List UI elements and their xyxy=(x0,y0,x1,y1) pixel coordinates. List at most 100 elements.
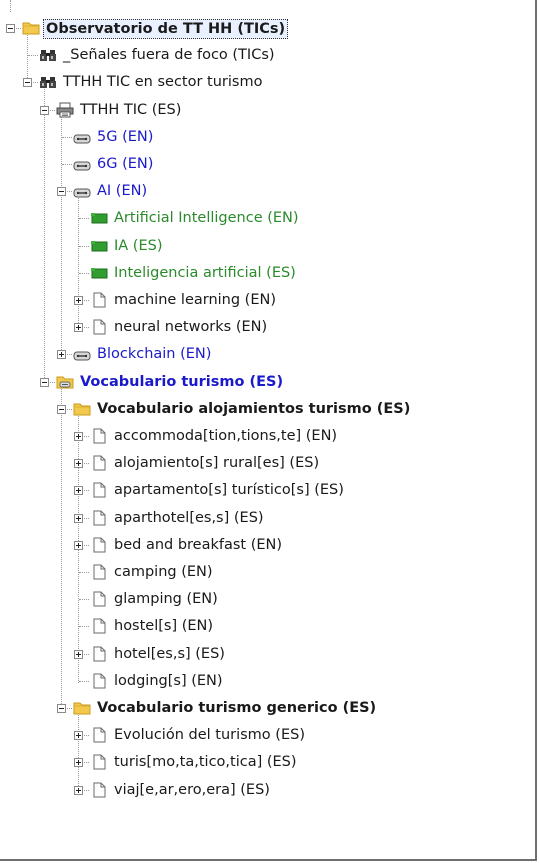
tree-node-label: lodging[s] (EN) xyxy=(114,672,223,689)
tree-connector-line xyxy=(44,84,45,384)
collapse-toggle[interactable] xyxy=(40,377,49,387)
tree-node[interactable]: hotel[es,s] (ES) xyxy=(90,642,520,666)
expand-toggle[interactable] xyxy=(74,540,83,550)
tree-node[interactable]: Vocabulario turismo (ES) xyxy=(56,370,520,394)
document-icon xyxy=(90,782,108,798)
tree-connector-line xyxy=(79,680,89,682)
tree-node-label: Vocabulario alojamientos turismo (ES) xyxy=(97,400,411,417)
document-icon xyxy=(90,455,108,471)
tree-node-label: Vocabulario turismo (ES) xyxy=(80,373,284,390)
tree-node[interactable]: Observatorio de TT HH (TICs) xyxy=(22,16,520,40)
tree-node-label: Vocabulario turismo generico (ES) xyxy=(97,700,377,716)
tree-node-label: Evolución del turismo (ES) xyxy=(114,727,305,744)
link-icon xyxy=(73,129,91,145)
tree-node-label: glamping (EN) xyxy=(114,591,218,608)
document-icon xyxy=(90,646,108,662)
expand-toggle[interactable] xyxy=(74,649,83,659)
tree-node-label: AI (EN) xyxy=(97,183,148,200)
tree-node[interactable]: neural networks (EN) xyxy=(90,315,520,339)
collapse-toggle[interactable] xyxy=(40,105,49,115)
document-icon xyxy=(90,292,108,308)
tree-node-label: TTHH TIC (ES) xyxy=(80,101,182,118)
tree-node[interactable]: glamping (EN) xyxy=(90,587,520,611)
tree-node[interactable]: Vocabulario alojamientos turismo (ES) xyxy=(73,397,520,421)
tree-node[interactable]: Artificial Intelligence (EN) xyxy=(90,206,520,230)
tree-node[interactable]: 5G (EN) xyxy=(73,125,520,149)
document-icon xyxy=(90,537,108,553)
tree-node-label: bed and breakfast (EN) xyxy=(114,536,283,553)
tree-node[interactable]: lodging[s] (EN) xyxy=(90,669,520,693)
tree-connector-line xyxy=(79,272,89,274)
binoculars-icon xyxy=(39,47,57,63)
tree-node[interactable]: camping (EN) xyxy=(90,560,520,584)
expand-toggle[interactable] xyxy=(74,513,83,523)
tree-node[interactable]: TTHH TIC en sector turismo xyxy=(39,70,520,94)
green-tag-icon xyxy=(90,265,108,281)
tree-node[interactable]: alojamiento[s] rural[es] (ES) xyxy=(90,451,520,475)
folder-icon xyxy=(73,700,91,716)
expand-toggle[interactable] xyxy=(74,323,83,333)
collapse-toggle[interactable] xyxy=(6,24,15,33)
printer-icon xyxy=(56,102,74,118)
tree-connector-line xyxy=(78,193,79,330)
tree-node[interactable]: aparthotel[es,s] (ES) xyxy=(90,506,520,530)
tree-node[interactable]: Inteligencia artificial (ES) xyxy=(90,261,520,285)
binoculars-icon xyxy=(39,74,57,90)
tree-node[interactable]: Blockchain (EN) xyxy=(73,342,520,366)
tree-node-label: 6G (EN) xyxy=(97,156,154,172)
tree-node[interactable]: apartamento[s] turístico[s] (ES) xyxy=(90,478,520,502)
tree-connector-line xyxy=(78,710,79,792)
tree-connector-line xyxy=(61,111,62,357)
tree-node[interactable]: 6G (EN) xyxy=(73,152,520,176)
tree-node[interactable]: hostel[s] (EN) xyxy=(90,614,520,638)
tree-node-label: aparthotel[es,s] (ES) xyxy=(114,509,264,526)
tree-connector-line xyxy=(61,383,62,710)
tree-node[interactable]: _Señales fuera de foco (TICs) xyxy=(39,43,520,67)
tree-node-label: TTHH TIC en sector turismo xyxy=(63,74,263,91)
tree-connector-line xyxy=(62,164,72,165)
expand-toggle[interactable] xyxy=(57,350,66,360)
green-tag-icon xyxy=(90,210,108,226)
tree-connector-line xyxy=(79,626,89,628)
green-tag-icon xyxy=(90,238,108,254)
collapse-toggle[interactable] xyxy=(57,404,66,414)
tree-node[interactable]: accommoda[tion,tions,te] (EN) xyxy=(90,424,520,448)
document-icon xyxy=(90,564,108,580)
collapse-toggle[interactable] xyxy=(23,78,32,88)
tree-node[interactable]: AI (EN) xyxy=(73,179,520,203)
tree-node-label: camping (EN) xyxy=(114,564,213,580)
tree-connector-line xyxy=(10,0,11,12)
tree-node[interactable]: TTHH TIC (ES) xyxy=(56,98,520,122)
document-icon xyxy=(90,510,108,526)
expand-toggle[interactable] xyxy=(74,296,83,305)
tree-node-label: 5G (EN) xyxy=(97,128,154,145)
tree-node[interactable]: machine learning (EN) xyxy=(90,288,520,312)
expand-toggle[interactable] xyxy=(74,486,83,496)
expand-toggle[interactable] xyxy=(74,731,83,741)
tree-node[interactable]: Evolución del turismo (ES) xyxy=(90,723,520,747)
expand-toggle[interactable] xyxy=(74,785,83,795)
tree-node[interactable]: bed and breakfast (EN) xyxy=(90,533,520,557)
expand-toggle[interactable] xyxy=(74,758,83,768)
tree-node[interactable]: viaj[e,ar,ero,era] (ES) xyxy=(90,778,520,802)
tree-node[interactable]: IA (ES) xyxy=(90,234,520,258)
tree-node-label: alojamiento[s] rural[es] (ES) xyxy=(114,455,320,472)
tree-connector-line xyxy=(79,599,89,601)
expand-toggle[interactable] xyxy=(74,459,83,469)
collapse-toggle[interactable] xyxy=(57,704,66,713)
tree-connector-line xyxy=(79,218,89,220)
document-icon xyxy=(90,727,108,743)
document-icon xyxy=(90,754,108,770)
tree-node-label: Artificial Intelligence (EN) xyxy=(114,210,299,227)
document-icon xyxy=(90,428,108,444)
document-icon xyxy=(90,482,108,498)
folder-icon xyxy=(22,20,40,36)
collapse-toggle[interactable] xyxy=(57,187,66,197)
link-icon xyxy=(73,183,91,199)
tree-node-label: _Señales fuera de foco (TICs) xyxy=(63,47,275,64)
tree-node[interactable]: turis[mo,ta,tico,tica] (ES) xyxy=(90,750,520,774)
tree-node[interactable]: Vocabulario turismo generico (ES) xyxy=(73,696,520,720)
tree-connector-line xyxy=(79,572,89,573)
tree-node-label: machine learning (EN) xyxy=(114,292,277,308)
expand-toggle[interactable] xyxy=(74,432,83,441)
